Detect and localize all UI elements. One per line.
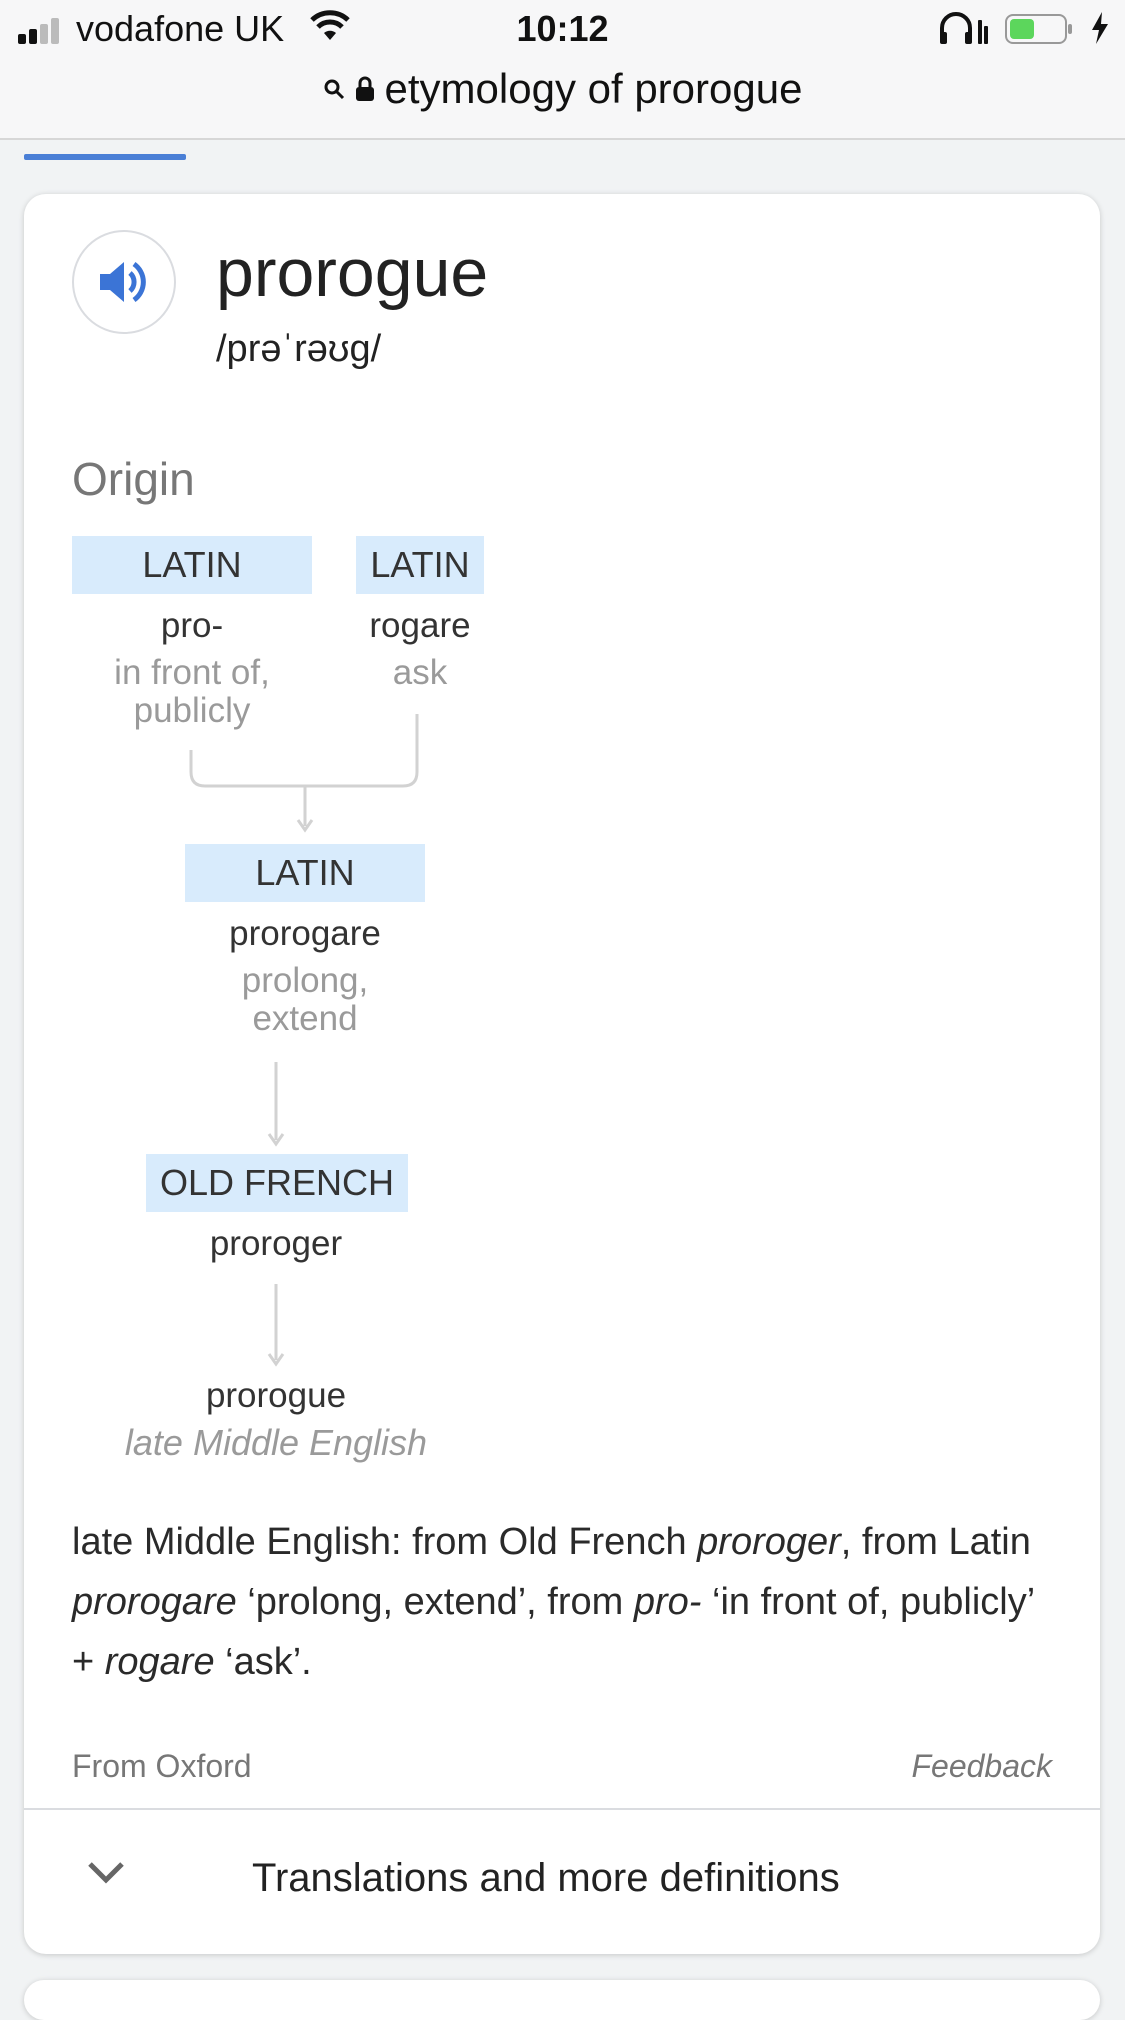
url-bar[interactable]: etymology of prorogue (0, 62, 1125, 118)
lock-icon (355, 76, 374, 101)
gloss-pro-line1: in front of, (114, 653, 270, 692)
etym-term-prorogare: prorogare (72, 1581, 237, 1623)
status-bar: vodafone UK 10:12 (0, 0, 1125, 62)
search-icon (324, 79, 344, 100)
etym-text-3: ‘prolong, extend’, from (236, 1581, 634, 1623)
etymon-proroger: proroger (209, 1224, 343, 1263)
etym-text-5: ‘ask’. (214, 1641, 312, 1683)
etymon-prorogare: prorogare (229, 914, 381, 953)
etym-text-2: , from Latin (840, 1521, 1031, 1563)
headphones-icon (940, 12, 988, 44)
etym-text-1: late Middle English: from Old French (72, 1521, 698, 1563)
language-label-latin-rogare: LATIN (356, 536, 484, 594)
translations-label: Translations and more definitions (252, 1856, 840, 1900)
gloss-pro-line2: publicly (133, 691, 251, 730)
language-label-latin-pro: LATIN (72, 536, 312, 594)
translations-expander[interactable]: Translations and more definitions (24, 1810, 1100, 1954)
gloss-rogare: ask (392, 653, 448, 692)
etym-term-pro: pro- (633, 1581, 702, 1623)
chevron-down-icon (88, 1862, 124, 1884)
etymon-prorogue: prorogue (205, 1376, 347, 1415)
dictionary-card: prorogue /prəˈrəʊg/ Origin LATIN pro- in… (24, 194, 1100, 1954)
browser-top-bar: vodafone UK 10:12 etymology of prorogue (0, 0, 1125, 140)
source-attribution: From Oxford (72, 1748, 252, 1784)
etymon-pro: pro- (160, 606, 224, 645)
language-label-old-french: OLD FRENCH (146, 1154, 408, 1212)
etym-term-rogare: rogare (104, 1641, 215, 1683)
final-language-note: late Middle English (124, 1422, 428, 1463)
etymology-description: late Middle English: from Old French pro… (72, 1512, 1062, 1692)
etymon-rogare: rogare (369, 606, 471, 645)
gloss-prorogare-line1: prolong, (241, 961, 369, 1000)
battery-icon (1005, 14, 1072, 44)
feedback-link[interactable]: Feedback (911, 1748, 1052, 1785)
gloss-prorogare-line2: extend (252, 999, 358, 1038)
next-result-card (24, 1980, 1100, 2020)
language-label-latin-prorogare: LATIN (185, 844, 425, 902)
etym-term-proroger: proroger (697, 1521, 841, 1563)
url-query: etymology of prorogue (384, 65, 803, 112)
active-tab-indicator (24, 154, 186, 160)
charging-bolt-icon (1092, 12, 1108, 44)
